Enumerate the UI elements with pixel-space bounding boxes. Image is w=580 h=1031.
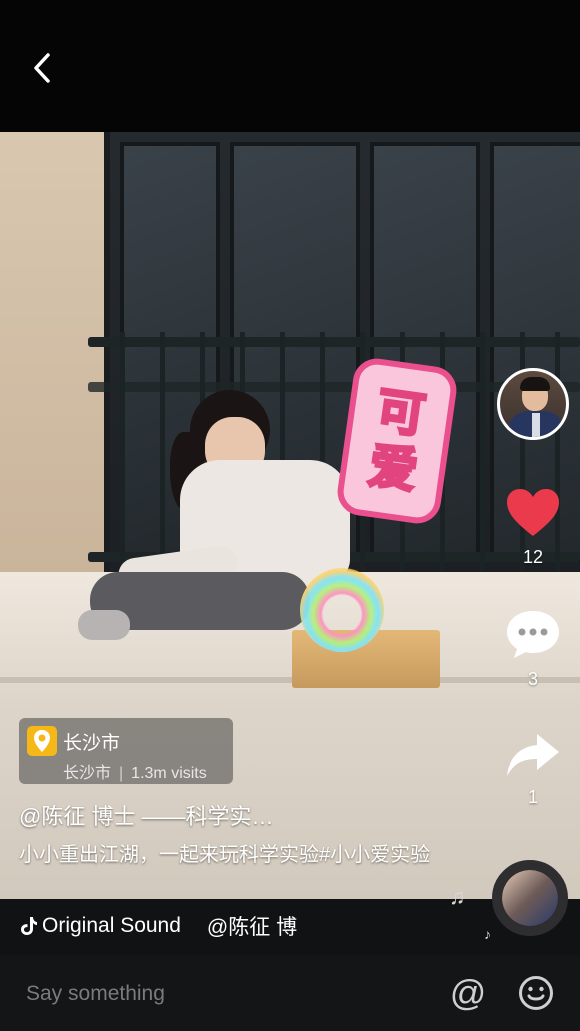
comment-count: 3 — [527, 669, 538, 689]
like-button[interactable]: 12 — [493, 488, 573, 568]
location-visits: 1.3m visits — [131, 765, 207, 782]
share-arrow-icon — [507, 734, 559, 776]
share-count: 1 — [527, 787, 538, 807]
top-bar — [0, 0, 580, 132]
post-author[interactable]: @陈征 博士 ——科学实… — [19, 799, 274, 831]
location-divider: | — [119, 765, 124, 782]
sound-title: Original Sound — [42, 914, 181, 937]
video-slinky — [300, 568, 384, 652]
location-subtitle: 长沙市 | 1.3m visits — [63, 759, 207, 783]
sticker-char-1: 可 — [372, 381, 430, 446]
sound-disc-cover — [502, 870, 558, 926]
cute-sticker: 可 爱 — [334, 355, 460, 527]
location-title: 长沙市 — [63, 733, 121, 754]
sound-author: @陈征 博 — [206, 916, 298, 939]
back-button[interactable] — [22, 48, 62, 88]
comment-button[interactable]: 3 — [493, 608, 573, 690]
post-caption: 小小重出江湖，一起来玩科学实验#小小爱实验 — [19, 844, 431, 866]
author-avatar[interactable] — [497, 368, 569, 440]
location-city: 长沙市 — [63, 765, 112, 782]
share-button[interactable]: 1 — [493, 732, 573, 808]
music-note-icon: ♫ — [449, 884, 466, 909]
location-chip[interactable]: 长沙市 长沙市 | 1.3m visits — [19, 718, 233, 784]
smiley-icon — [519, 976, 553, 1010]
emoji-button[interactable] — [518, 975, 554, 1011]
sound-disc[interactable] — [492, 860, 568, 936]
comment-input[interactable] — [26, 975, 426, 1013]
comment-bubble-icon — [507, 611, 559, 658]
tiktok-note-icon — [21, 917, 37, 935]
sound-link[interactable]: Original Sound @陈征 博 — [20, 911, 297, 941]
mention-button[interactable]: @ — [448, 971, 488, 1015]
music-note-small-icon: ♪ — [484, 926, 491, 942]
location-pin-icon — [27, 726, 57, 756]
like-count: 12 — [522, 547, 544, 567]
heart-icon — [507, 489, 559, 536]
sticker-char-2: 爱 — [364, 436, 422, 501]
chevron-left-icon — [34, 53, 50, 83]
